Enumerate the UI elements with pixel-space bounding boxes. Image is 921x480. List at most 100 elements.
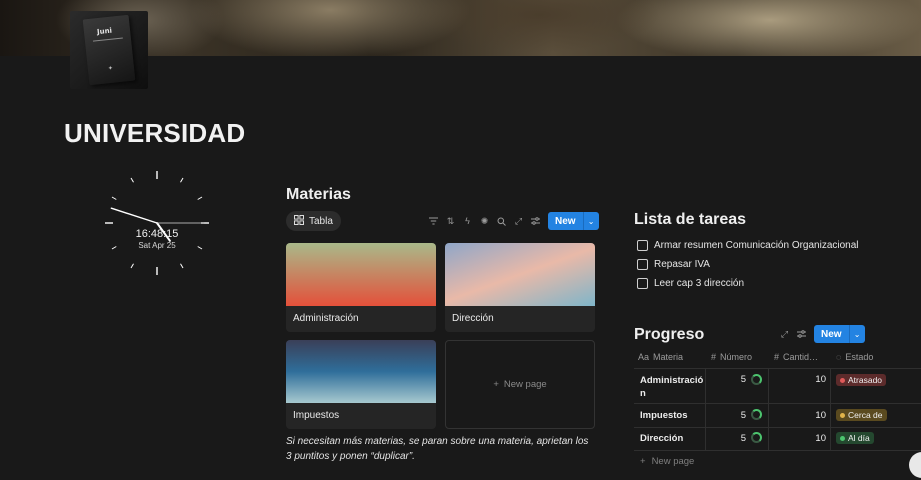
clock-tick — [180, 263, 184, 269]
todo-item[interactable]: Leer cap 3 dirección — [637, 278, 744, 289]
clock-time: 16:48:15 — [135, 228, 179, 240]
todo-checkbox[interactable] — [637, 278, 648, 289]
text-property-icon: Aa — [638, 352, 650, 362]
new-button-label[interactable]: New — [814, 325, 849, 343]
column-header-materia[interactable]: Aa Materia — [638, 346, 683, 368]
settings-icon[interactable] — [527, 213, 544, 230]
status-label: Atrasado — [848, 375, 883, 385]
new-page-label: New page — [651, 456, 695, 467]
materias-toolbar: ⇅ ϟ ✺ ⤢ New ⌄ — [425, 212, 599, 230]
progreso-new-button[interactable]: New ⌄ — [814, 325, 865, 343]
lightning-icon[interactable]: ϟ — [459, 213, 476, 230]
clock-face — [105, 171, 209, 275]
status-label: Al día — [848, 433, 870, 443]
table-divider — [705, 368, 706, 450]
card-cover — [286, 243, 436, 306]
card-cover — [445, 243, 595, 306]
row-cantidad[interactable]: 10 — [774, 410, 826, 421]
expand-icon[interactable]: ⤢ — [776, 326, 793, 343]
clock-minute-hand — [110, 207, 158, 224]
todo-label: Armar resumen Comunicación Organizaciona… — [654, 240, 859, 251]
sparkle-icon[interactable]: ✺ — [476, 213, 493, 230]
filter-icon[interactable] — [425, 213, 442, 230]
clock-tick — [130, 177, 134, 183]
status-label: Cerca de — [848, 410, 883, 420]
table-divider — [768, 368, 769, 450]
row-cantidad[interactable]: 10 — [774, 433, 826, 444]
plus-icon: + — [640, 456, 646, 467]
number-property-icon: # — [774, 352, 780, 362]
todo-checkbox[interactable] — [637, 240, 648, 251]
clock-tick — [111, 196, 117, 200]
row-materia[interactable]: Impuestos — [640, 410, 688, 421]
row-numero[interactable]: 5 — [714, 433, 746, 444]
status-badge[interactable]: Al día — [836, 432, 874, 444]
card-cover — [286, 340, 436, 403]
status-dot — [840, 412, 845, 418]
new-page-label: New page — [503, 379, 547, 390]
todo-item[interactable]: Armar resumen Comunicación Organizaciona… — [637, 240, 859, 251]
todo-label: Leer cap 3 dirección — [654, 278, 745, 289]
table-divider — [634, 368, 921, 369]
status-badge[interactable]: Cerca de — [836, 409, 887, 421]
todo-item[interactable]: Repasar IVA — [637, 259, 710, 270]
clock-tick — [197, 196, 203, 200]
chevron-down-icon[interactable]: ⌄ — [848, 325, 865, 343]
row-numero[interactable]: 5 — [714, 410, 746, 421]
column-label: Estado — [845, 352, 874, 362]
view-tab-tabla[interactable]: Tabla — [286, 211, 341, 231]
clock-widget: 16:48:15 Sat Apr 25 — [97, 163, 217, 283]
book-logo-icon: ✦ — [107, 65, 114, 73]
progreso-title: Progreso — [634, 326, 705, 343]
card-label: Administración — [293, 313, 359, 324]
progress-ring-icon — [751, 374, 762, 385]
column-header-estado[interactable]: ◌ Estado — [836, 346, 873, 368]
row-cantidad[interactable]: 10 — [774, 374, 826, 385]
book-title: Juni — [96, 26, 113, 37]
column-label: Cantid… — [783, 352, 819, 362]
todo-checkbox[interactable] — [637, 259, 648, 270]
view-tab-label: Tabla — [309, 215, 333, 227]
clock-tick — [180, 177, 184, 183]
progreso-new-page[interactable]: + New page — [640, 456, 694, 467]
card-label: Impuestos — [293, 410, 340, 421]
status-property-icon: ◌ — [836, 352, 842, 362]
page-title: UNIVERSIDAD — [64, 118, 246, 148]
page-icon[interactable]: Juni ✦ — [70, 11, 148, 89]
plus-icon: + — [493, 379, 499, 390]
chevron-down-icon[interactable]: ⌄ — [582, 212, 599, 230]
sort-icon[interactable]: ⇅ — [442, 213, 459, 230]
card-impuestos[interactable]: Impuestos — [286, 340, 436, 429]
card-label: Dirección — [452, 313, 494, 324]
clock-tick — [130, 263, 134, 269]
progress-ring-icon — [751, 432, 762, 443]
expand-icon[interactable]: ⤢ — [510, 213, 527, 230]
card-administracion[interactable]: Administración — [286, 243, 436, 332]
column-label: Materia — [653, 352, 684, 362]
column-header-cantidad[interactable]: # Cantid… — [774, 346, 818, 368]
search-icon[interactable] — [493, 213, 510, 230]
todo-label: Repasar IVA — [654, 259, 710, 270]
card-direccion[interactable]: Dirección — [445, 243, 595, 332]
row-numero[interactable]: 5 — [714, 374, 746, 385]
clock-date: Sat Apr 25 — [138, 241, 176, 250]
progreso-toolbar: ⤢ New ⌄ — [776, 325, 865, 343]
progress-ring-icon — [751, 409, 762, 420]
table-divider — [634, 403, 921, 404]
table-divider — [634, 427, 921, 428]
column-label: Número — [720, 352, 753, 362]
settings-icon[interactable] — [793, 326, 810, 343]
materias-new-button[interactable]: New ⌄ — [548, 212, 599, 230]
column-header-numero[interactable]: # Número — [711, 346, 752, 368]
status-dot — [840, 377, 845, 383]
materias-note: Si necesitan más materias, se paran sobr… — [286, 436, 589, 462]
help-button[interactable] — [909, 452, 921, 478]
gallery-icon — [294, 214, 304, 228]
new-button-label[interactable]: New — [548, 212, 583, 230]
book-image: Juni ✦ — [82, 14, 136, 86]
status-badge[interactable]: Atrasado — [836, 374, 887, 386]
status-dot — [840, 435, 845, 441]
new-page-card[interactable]: + New page — [445, 340, 595, 429]
row-materia[interactable]: Administració n — [640, 374, 703, 400]
row-materia[interactable]: Dirección — [640, 433, 683, 444]
